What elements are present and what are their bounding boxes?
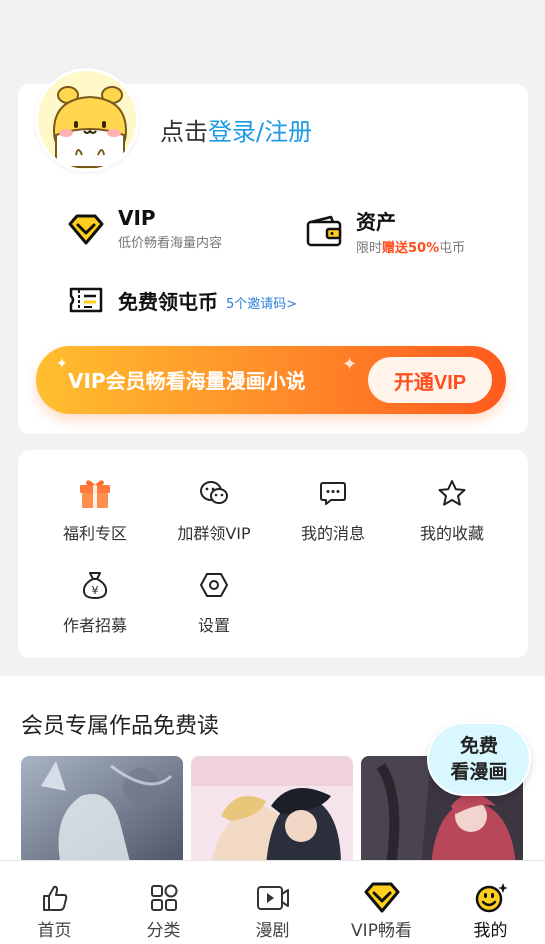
- svg-text:¥: ¥: [92, 584, 99, 597]
- vip-banner-text: VIP会员畅看海量漫画小说: [68, 369, 306, 393]
- sparkle-icon: ✦: [342, 354, 358, 375]
- assets-subtitle-suffix: 屯币: [439, 241, 466, 256]
- tab-label: VIP畅看: [351, 921, 412, 941]
- comic-cover-image: [191, 756, 353, 866]
- tab-short-drama[interactable]: 漫剧: [218, 861, 327, 944]
- gift-icon: [35, 476, 155, 510]
- menu-label: 福利专区: [62, 524, 127, 543]
- avatar[interactable]: [35, 68, 139, 172]
- menu-item-join-group[interactable]: 加群领VIP: [154, 476, 274, 544]
- tab-vip[interactable]: VIP畅看: [327, 861, 436, 944]
- section-title: 会员专属作品免费读: [21, 714, 220, 739]
- thumbs-up-icon: [0, 861, 109, 915]
- comic-cover[interactable]: [21, 756, 183, 866]
- message-icon: [273, 476, 393, 510]
- ticket-icon: [66, 280, 106, 320]
- vip-title: VIP: [118, 206, 156, 230]
- menu-item-author-recruit[interactable]: ¥ 作者招募: [35, 568, 155, 636]
- tab-mine[interactable]: 我的: [436, 861, 545, 944]
- vip-diamond-icon: [66, 209, 106, 249]
- menu-item-settings[interactable]: 设置: [154, 568, 274, 636]
- smiley-icon: [436, 861, 545, 915]
- free-badge-line2: 看漫画: [450, 761, 508, 783]
- menu-card: 福利专区 加群领VIP 我的消息 我的收藏 ¥ 作者招募 设置: [18, 450, 528, 658]
- assets-subtitle: 限时赠送50%屯币: [356, 237, 465, 256]
- menu-item-welfare[interactable]: 福利专区: [35, 476, 155, 544]
- free-coins-entry[interactable]: 免费领屯币 5个邀请码>: [66, 280, 297, 320]
- menu-item-messages[interactable]: 我的消息: [273, 476, 393, 544]
- menu-label: 作者招募: [62, 616, 127, 635]
- comic-cover-image: [21, 756, 183, 866]
- tab-category[interactable]: 分类: [109, 861, 218, 944]
- menu-label: 加群领VIP: [177, 524, 251, 543]
- open-vip-button[interactable]: 开通VIP: [368, 357, 492, 403]
- star-icon: [392, 476, 512, 510]
- menu-label: 设置: [197, 616, 230, 635]
- assets-subtitle-prefix: 限时: [356, 241, 383, 256]
- invite-codes-link[interactable]: 5个邀请码>: [226, 293, 297, 312]
- free-comic-badge[interactable]: 免费 看漫画: [427, 722, 531, 796]
- sparkle-icon: ✦: [56, 356, 68, 372]
- free-badge-line1: 免费: [459, 735, 498, 757]
- tab-label: 分类: [146, 921, 181, 941]
- assets-subtitle-highlight: 赠送50%: [382, 241, 440, 256]
- vip-diamond-icon: [327, 861, 436, 915]
- profile-card: 点击登录/注册 VIP 低价畅看海量内容 资产 限时赠送50%屯币 免费领屯币 …: [18, 68, 528, 434]
- assets-entry[interactable]: 资产 限时赠送50%屯币: [304, 206, 465, 256]
- hamster-avatar-icon: [38, 71, 136, 169]
- category-icon: [109, 861, 218, 915]
- tab-label: 我的: [473, 921, 508, 941]
- free-coins-title: 免费领屯币: [118, 289, 218, 314]
- tab-label: 漫剧: [255, 921, 290, 941]
- login-prefix: 点击: [160, 118, 208, 146]
- tab-label: 首页: [37, 921, 72, 941]
- tab-home[interactable]: 首页: [0, 861, 109, 944]
- bottom-tab-bar: 首页 分类 漫剧 VIP畅看 我的: [0, 860, 545, 944]
- menu-item-favorites[interactable]: 我的收藏: [392, 476, 512, 544]
- vip-entry[interactable]: VIP 低价畅看海量内容: [66, 206, 222, 251]
- login-register-text[interactable]: 登录/注册: [208, 118, 312, 146]
- vip-subtitle: 低价畅看海量内容: [118, 236, 223, 251]
- settings-icon: [154, 568, 274, 602]
- video-icon: [218, 861, 327, 915]
- login-register-link[interactable]: 点击登录/注册: [160, 112, 312, 147]
- menu-label: 我的消息: [300, 524, 365, 543]
- assets-title: 资产: [356, 210, 396, 234]
- wechat-icon: [154, 476, 274, 510]
- comic-cover[interactable]: [191, 756, 353, 866]
- menu-label: 我的收藏: [419, 524, 484, 543]
- money-bag-icon: ¥: [35, 568, 155, 602]
- wallet-icon: [304, 211, 344, 251]
- vip-banner[interactable]: ✦ ✦ VIP会员畅看海量漫画小说 开通VIP: [36, 346, 506, 414]
